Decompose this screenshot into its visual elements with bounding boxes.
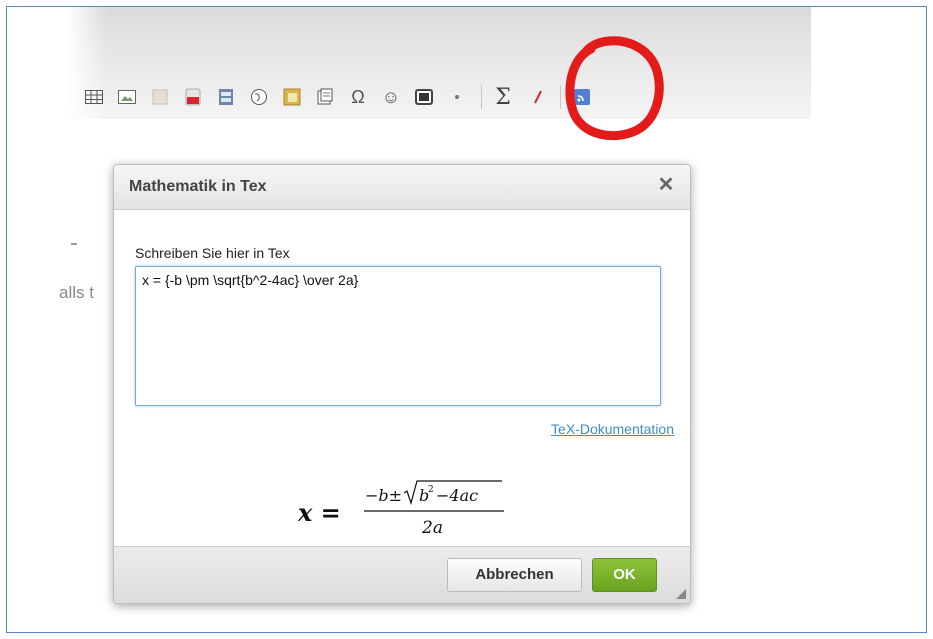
- toolbar-icons: Ω ☺ Σ: [83, 84, 604, 110]
- formula-preview: x = −b± b 2 −4ac 2a: [297, 480, 504, 538]
- tex-documentation-link[interactable]: TeX-Dokumentation: [551, 421, 674, 437]
- formula-sqrt-rest: −4ac: [436, 486, 478, 505]
- youtube-icon[interactable]: [182, 86, 204, 108]
- sigma-glyph: Σ: [495, 84, 511, 110]
- flash-icon[interactable]: [149, 86, 171, 108]
- omega-icon[interactable]: Ω: [347, 86, 369, 108]
- tick-icon[interactable]: [525, 86, 547, 108]
- toolbar-separator: [481, 85, 482, 109]
- dot-icon[interactable]: [446, 86, 468, 108]
- background-dash: [71, 243, 77, 245]
- close-icon[interactable]: ✕: [656, 175, 676, 195]
- table-icon[interactable]: [83, 86, 105, 108]
- dialog-titlebar[interactable]: Mathematik in Tex ✕: [114, 165, 690, 210]
- sigma-icon[interactable]: Σ: [492, 84, 514, 110]
- media-icon[interactable]: [413, 86, 435, 108]
- resize-grip-icon[interactable]: [676, 589, 686, 599]
- background-text: alls t: [59, 283, 94, 302]
- toolbar-separator-2: [560, 85, 561, 109]
- filmstrip-icon[interactable]: [215, 86, 237, 108]
- dialog-title: Mathematik in Tex: [129, 178, 267, 195]
- ok-button[interactable]: OK: [592, 558, 657, 592]
- gallery-icon[interactable]: [281, 86, 303, 108]
- globe-icon[interactable]: [248, 86, 270, 108]
- formula-numerator-b: −b±: [365, 486, 402, 505]
- highlight-circle: [565, 36, 664, 141]
- smiley-icon[interactable]: ☺: [380, 86, 402, 108]
- smiley-glyph: ☺: [381, 86, 401, 107]
- template-icon[interactable]: [314, 86, 336, 108]
- tex-input-label: Schreiben Sie hier in Tex: [135, 245, 290, 261]
- cancel-button[interactable]: Abbrechen: [447, 558, 582, 592]
- tex-dialog: Mathematik in Tex ✕ Schreiben Sie hier i…: [113, 164, 691, 604]
- formula-denominator: 2a: [421, 518, 443, 538]
- screenshot-frame: Ω ☺ Σ alls t Mathematik in Tex ✕ Schreib…: [6, 6, 927, 633]
- omega-glyph: Ω: [351, 86, 365, 107]
- dialog-footer: Abbrechen OK: [114, 546, 690, 603]
- formula-lhs: x =: [297, 498, 341, 527]
- tex-input[interactable]: [135, 266, 661, 406]
- formula-exponent: 2: [428, 485, 434, 495]
- image-icon[interactable]: [116, 86, 138, 108]
